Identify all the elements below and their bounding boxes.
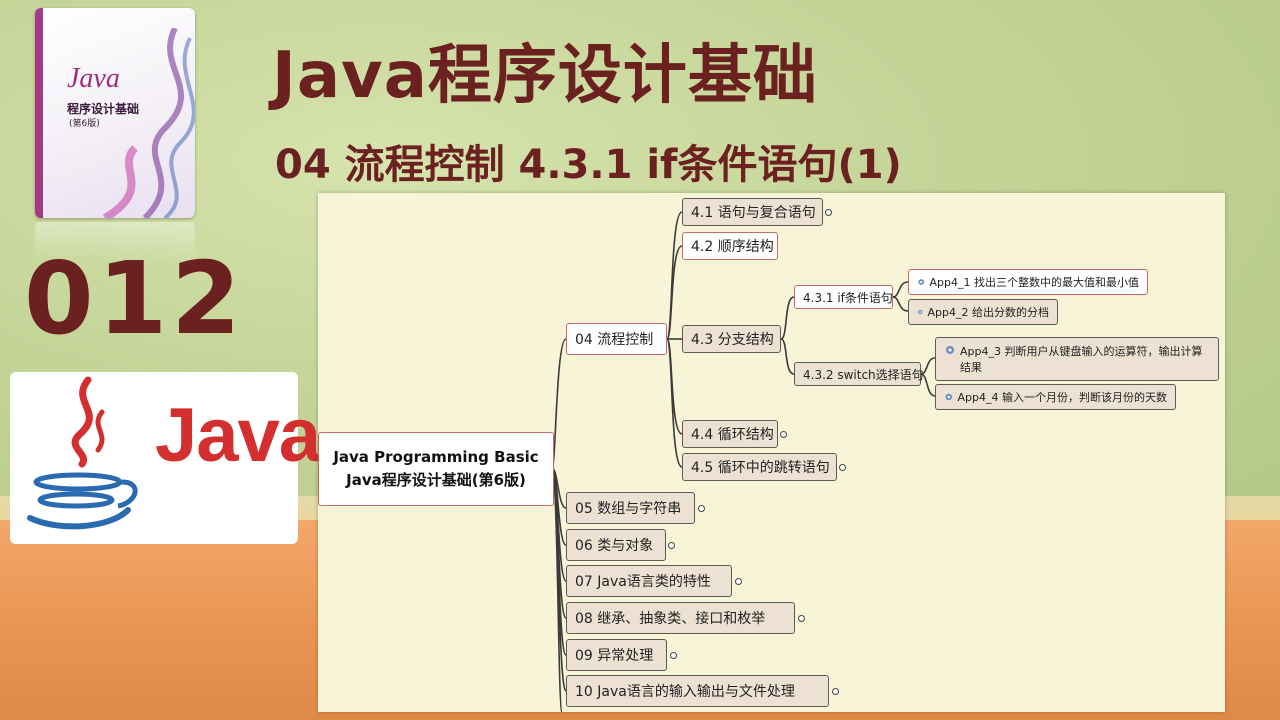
app-node-4-2[interactable]: App4_2 给出分数的分档 bbox=[908, 299, 1058, 325]
chapter-node-07[interactable]: 07 Java语言类的特性 bbox=[566, 565, 732, 597]
section-node-4-4[interactable]: 4.4 循环结构 bbox=[682, 420, 778, 448]
gear-icon bbox=[918, 309, 923, 315]
section-label: 4.2 顺序结构 bbox=[691, 239, 774, 255]
chapter-label: 05 数组与字符串 bbox=[575, 501, 682, 517]
chapter-label: 04 流程控制 bbox=[575, 332, 654, 348]
subsection-label: 4.3.2 switch选择语句 bbox=[803, 367, 924, 382]
java-logo-wordmark: Java bbox=[155, 393, 321, 478]
section-label: 4.3 分支结构 bbox=[691, 332, 774, 348]
mindmap-panel: Java Programming Basic Java程序设计基础(第6版) 0… bbox=[318, 193, 1225, 712]
java-logo: Java bbox=[10, 372, 321, 544]
app-node-4-4[interactable]: App4_4 输入一个月份，判断该月份的天数 bbox=[935, 384, 1176, 410]
collapse-dot[interactable] bbox=[839, 464, 846, 471]
chapter-node-06[interactable]: 06 类与对象 bbox=[566, 529, 666, 561]
section-node-4-5[interactable]: 4.5 循环中的跳转语句 bbox=[682, 453, 837, 481]
collapse-dot[interactable] bbox=[668, 542, 675, 549]
book-edition: (第6版) bbox=[69, 119, 100, 129]
collapse-dot[interactable] bbox=[670, 652, 677, 659]
chapter-node-04[interactable]: 04 流程控制 bbox=[566, 323, 667, 355]
section-label: 4.4 循环结构 bbox=[691, 427, 774, 443]
main-title: Java程序设计基础 bbox=[272, 39, 818, 113]
app-node-4-3[interactable]: App4_3 判断用户从键盘输入的运算符，输出计算 结果 bbox=[935, 337, 1219, 381]
collapse-dot[interactable] bbox=[825, 209, 832, 216]
section-label: 4.1 语句与复合语句 bbox=[691, 205, 816, 221]
mindmap-root-node[interactable]: Java Programming Basic Java程序设计基础(第6版) bbox=[318, 432, 554, 506]
chapter-label: 10 Java语言的输入输出与文件处理 bbox=[575, 684, 795, 700]
app-label: App4_4 输入一个月份，判断该月份的天数 bbox=[957, 391, 1167, 404]
section-node-4-2[interactable]: 4.2 顺序结构 bbox=[682, 232, 778, 260]
book-title: 程序设计基础 bbox=[67, 102, 140, 116]
book-cover: Java 程序设计基础 (第6版) bbox=[35, 8, 195, 218]
gear-icon bbox=[946, 346, 954, 354]
app-node-4-1[interactable]: App4_1 找出三个整数中的最大值和最小值 bbox=[908, 269, 1148, 295]
section-node-4-3[interactable]: 4.3 分支结构 bbox=[682, 325, 781, 353]
lesson-subtitle: 04 流程控制 4.3.1 if条件语句(1) bbox=[275, 142, 902, 188]
app-label: App4_1 找出三个整数中的最大值和最小值 bbox=[929, 276, 1139, 289]
chapter-node-10[interactable]: 10 Java语言的输入输出与文件处理 bbox=[566, 675, 829, 707]
book-smoke-art bbox=[102, 28, 195, 218]
lesson-number: 012 bbox=[24, 240, 245, 357]
subsection-label: 4.3.1 if条件语句 bbox=[803, 290, 893, 305]
subsection-node-4-3-1[interactable]: 4.3.1 if条件语句 bbox=[794, 285, 893, 309]
book-spine bbox=[35, 8, 43, 218]
collapse-dot[interactable] bbox=[698, 505, 705, 512]
gear-icon bbox=[945, 393, 952, 401]
app-label-continued: 结果 bbox=[960, 361, 982, 374]
section-node-4-1[interactable]: 4.1 语句与复合语句 bbox=[682, 198, 823, 226]
collapse-dot[interactable] bbox=[735, 578, 742, 585]
chapter-label: 08 继承、抽象类、接口和枚举 bbox=[575, 611, 766, 627]
app-label: App4_3 判断用户从键盘输入的运算符，输出计算 bbox=[960, 345, 1203, 358]
section-label: 4.5 循环中的跳转语句 bbox=[691, 460, 830, 476]
chapter-label: 07 Java语言类的特性 bbox=[575, 574, 711, 590]
subsection-node-4-3-2[interactable]: 4.3.2 switch选择语句 bbox=[794, 362, 924, 386]
collapse-dot[interactable] bbox=[798, 615, 805, 622]
chapter-node-08[interactable]: 08 继承、抽象类、接口和枚举 bbox=[566, 602, 795, 634]
chapter-label: 06 类与对象 bbox=[575, 538, 654, 554]
chapter-node-05[interactable]: 05 数组与字符串 bbox=[566, 492, 695, 524]
java-cup-icon bbox=[27, 376, 138, 530]
book-brand: Java bbox=[67, 63, 120, 94]
collapse-dot[interactable] bbox=[832, 688, 839, 695]
app-label: App4_2 给出分数的分档 bbox=[927, 306, 1049, 319]
gear-icon bbox=[918, 279, 925, 285]
root-title-cn: Java程序设计基础(第6版) bbox=[346, 471, 526, 489]
chapter-node-09[interactable]: 09 异常处理 bbox=[566, 639, 667, 671]
root-title-en: Java Programming Basic bbox=[333, 448, 539, 466]
collapse-dot[interactable] bbox=[780, 431, 787, 438]
chapter-label: 09 异常处理 bbox=[575, 648, 654, 664]
